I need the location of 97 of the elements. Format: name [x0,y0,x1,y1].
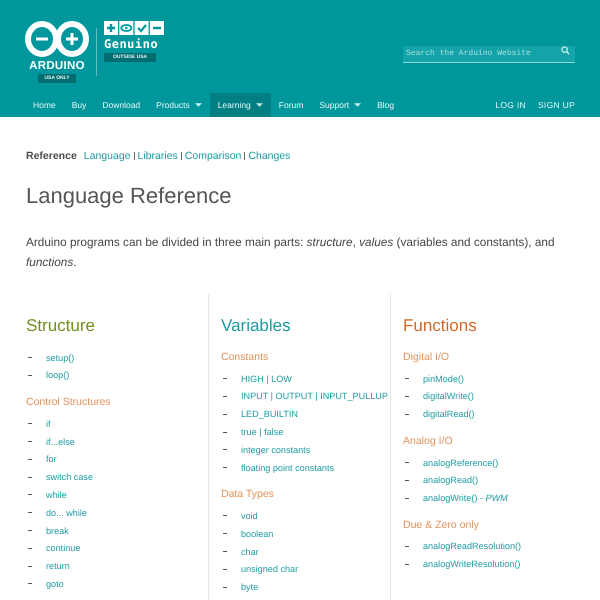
reference-link[interactable]: unsigned char [241,564,298,574]
page-title: Language Reference [26,182,232,210]
reference-link[interactable]: goto [46,578,64,589]
dash-icon [223,568,227,570]
reference-link[interactable]: analogWrite() - PWM [423,493,508,504]
dash-icon [28,494,32,496]
nav-item[interactable]: Forum [270,93,312,117]
dash-icon [223,432,227,433]
caret-icon [354,103,362,107]
genuino-wordmark: Genuino [104,37,158,51]
nav-item[interactable]: Support [311,93,370,117]
reference-link[interactable]: void [241,510,258,521]
section-heading: Constants [221,351,270,364]
dash-icon [405,396,409,397]
reference-link[interactable]: loop() [46,370,70,380]
column-title: Structure [26,316,96,336]
column-title: Variables [221,316,292,336]
search-field[interactable]: Search the Arduino Website [403,46,575,62]
reference-link[interactable]: break [46,526,69,536]
reference-link[interactable]: floating point constants [241,462,334,473]
breadcrumb-link[interactable]: Language [84,150,130,162]
intro-paragraph: Arduino programs can be divided in three main parts: structure, values (variables and constants), and functions. [26,234,556,271]
reference-link[interactable]: analogReadResolution() [423,541,522,552]
breadcrumb-link[interactable]: Changes [248,150,290,162]
section-heading: Analog I/O [403,434,454,448]
dash-icon [223,396,227,397]
dash-icon [28,476,32,478]
dash-icon [405,564,409,565]
search-icon[interactable] [561,46,570,55]
account-link[interactable]: LOG IN [489,93,532,117]
account-link[interactable]: SIGN UP [532,93,575,117]
dash-icon [405,498,409,499]
dash-icon [405,480,409,481]
reference-link[interactable]: for [46,454,57,464]
reference-link[interactable]: byte [241,582,258,592]
dash-icon [405,378,409,380]
section-heading: Control Structures [26,396,112,410]
dash-icon [28,512,32,514]
dash-icon [28,548,32,549]
dash-icon [28,566,32,567]
dash-icon [28,530,32,532]
dash-icon [223,414,227,415]
arduino-wordmark: ARDUINO [29,60,85,73]
reference-link[interactable]: continue [46,543,80,554]
dash-icon [223,467,227,468]
reference-link[interactable]: if...else [46,436,75,447]
breadcrumb-current: Reference [26,150,77,162]
dash-icon [223,449,227,450]
reference-link[interactable]: true | false [241,427,284,438]
reference-link[interactable]: setup() [46,352,74,363]
nav-item[interactable]: Blog [369,93,402,117]
breadcrumb-link[interactable]: Comparison [184,150,242,162]
nav-item[interactable]: Learning [210,93,271,117]
reference-link[interactable]: integer constants [241,444,310,455]
reference-link[interactable]: if [46,418,51,429]
dash-icon [223,515,227,516]
section-heading: Due & Zero only [403,518,480,532]
reference-link[interactable]: analogRead() [423,475,478,486]
reference-link[interactable]: LED_BUILTIN [241,409,298,420]
caret-icon [256,103,263,107]
caret-icon [194,103,202,107]
reference-link[interactable]: analogReference() [423,458,498,468]
nav-item[interactable]: Buy [64,93,94,117]
dash-icon [28,441,32,442]
dash-icon [28,583,32,584]
breadcrumb-link[interactable]: Libraries [138,150,178,162]
section-heading: Data Types [221,488,275,502]
reference-link[interactable]: digitalWrite() [423,391,474,402]
column-title: Functions [403,316,478,336]
dash-icon [28,458,32,460]
dash-icon [223,378,227,380]
dash-icon [223,551,227,552]
dash-icon [223,586,227,588]
reference-link[interactable]: analogWriteResolution() [423,559,520,570]
reference-link[interactable]: digitalRead() [423,409,475,420]
nav-item[interactable]: Home [25,93,64,117]
dash-icon [223,533,227,534]
reference-link[interactable]: return [46,561,70,572]
nav-item[interactable]: Download [94,93,148,117]
dash-icon [28,357,32,358]
dash-icon [405,414,409,415]
reference-link[interactable]: boolean [241,528,274,539]
reference-link[interactable]: INPUT | OUTPUT | INPUT_PULLUP [241,391,388,402]
reference-link[interactable]: char [241,546,259,557]
reference-link[interactable]: HIGH | LOW [241,374,292,384]
reference-link[interactable]: switch case [46,472,94,482]
reference-link[interactable]: do... while [46,508,87,518]
reference-link[interactable]: while [46,490,67,500]
arduino-logo-icon[interactable] [25,20,89,58]
nav-item[interactable]: Products [148,93,210,117]
genuino-symbols-icon[interactable] [104,21,164,35]
dash-icon [405,462,409,464]
dash-icon [28,423,32,424]
dash-icon [405,546,409,547]
reference-link[interactable]: pinMode() [423,374,464,384]
dash-icon [28,374,32,376]
section-heading: Digital I/O [403,351,450,364]
